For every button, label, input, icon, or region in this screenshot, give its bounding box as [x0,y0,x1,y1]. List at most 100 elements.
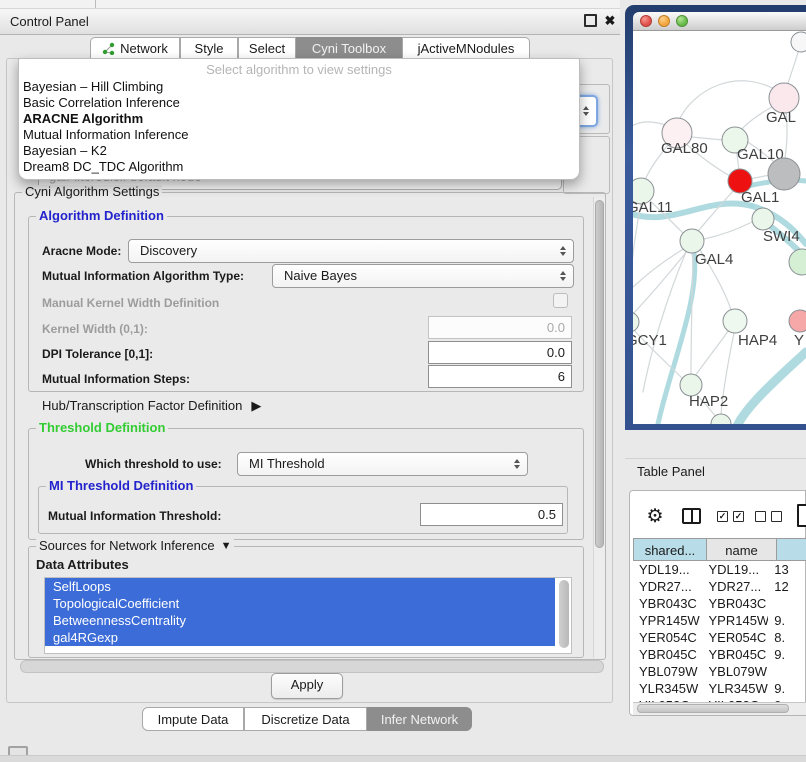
tab-select[interactable]: Select [238,37,296,58]
mi-type-value: Naive Bayes [284,268,357,283]
tab-impute-data[interactable]: Impute Data [142,707,244,731]
tab-network[interactable]: Network [90,37,180,58]
network-edge[interactable] [691,253,693,374]
which-threshold-select[interactable]: MI Threshold [237,452,528,476]
tab-jactivemnodules[interactable]: jActiveMNodules [402,37,530,58]
network-node[interactable] [723,309,747,333]
algorithm-option[interactable]: Mutual Information Inference [19,127,579,143]
tab-label: Network [120,41,168,56]
table-panel-title: Table Panel [637,464,705,479]
tab-infer-network[interactable]: Infer Network [367,707,472,731]
network-node[interactable] [633,312,639,332]
zoom-traffic-light-icon[interactable] [676,15,688,27]
attribute-item[interactable]: TopologicalCoefficient [45,595,555,612]
screen: Control Panel ✖ Network Style Select Cyn… [0,0,806,762]
table-body: YDL19...YDL19...13YDR27...YDR27...12YBR0… [633,561,806,703]
table-row[interactable]: YER054CYER054C8. [633,629,806,646]
select-all-icon[interactable]: ✓ ✓ [717,511,744,522]
tab-style[interactable]: Style [180,37,238,58]
algorithm-menu-prompt: Select algorithm to view settings [19,61,579,79]
algorithm-option[interactable]: Dream8 DC_TDC Algorithm [19,159,579,175]
network-node[interactable] [768,158,800,190]
table-panel-header: Table Panel [625,458,806,484]
table-row[interactable]: YBL079WYBL079W [633,663,806,680]
attribute-item[interactable]: BetweennessCentrality [45,612,555,629]
document-icon[interactable] [797,504,806,527]
mi-threshold-input[interactable]: 0.5 [420,503,563,526]
network-canvas[interactable]: GALGAL80GAL10GAL1GAL11SWI4GAL4GCY1HAP4YH… [633,31,806,424]
table-column-header[interactable]: name [707,538,777,561]
tab-label: Cyni Toolbox [312,41,386,56]
apply-button[interactable]: Apply [271,673,343,699]
table-cell: 9. [768,612,806,629]
stepper-icon [583,106,589,116]
attributes-scrollbar-thumb[interactable] [559,580,569,648]
network-node[interactable] [791,32,806,52]
table-row[interactable]: YDR27...YDR27...12 [633,578,806,595]
network-node[interactable] [752,208,774,230]
network-node-label: GAL1 [741,189,779,206]
table-cell: 12 [768,578,806,595]
algorithm-option[interactable]: ARACNE Algorithm [19,111,579,127]
table-row[interactable]: YLR345WYLR345W9. [633,680,806,697]
table-row[interactable]: YPR145WYPR145W9. [633,612,806,629]
sources-group-title[interactable]: Sources for Network Inference ▼ [36,539,234,553]
attribute-item[interactable]: gal4RGexp [45,629,555,646]
hub-definition-expander[interactable]: Hub/Transcription Factor Definition ▶ [42,398,261,414]
settings-scrollbar[interactable] [593,197,605,658]
close-icon[interactable]: ✖ [601,8,619,33]
deselect-all-icon[interactable] [755,511,782,522]
tab-cyni-toolbox[interactable]: Cyni Toolbox [296,37,402,58]
attribute-item[interactable]: SelfLoops [45,578,555,595]
threshold-definition-title: Threshold Definition [36,421,168,435]
network-node[interactable] [789,310,806,332]
table-column-header[interactable]: shared... [633,538,707,561]
data-attributes-list[interactable]: SelfLoopsTopologicalCoefficientBetweenne… [44,577,572,654]
network-edge[interactable] [737,352,806,424]
stepper-icon [560,246,566,256]
network-node[interactable] [789,249,806,275]
table-header: shared...name [633,538,806,561]
table-row[interactable]: YBR043CYBR043C [633,595,806,612]
table-cell: YBR045C [633,646,703,663]
table-column-header[interactable] [777,538,806,561]
expand-right-icon: ▶ [251,398,261,414]
algorithm-option[interactable]: Bayesian – Hill Climbing [19,79,579,95]
network-edge[interactable] [633,250,688,315]
aracne-mode-value: Discovery [140,243,197,258]
network-edge[interactable] [704,222,752,239]
table-cell: YPR145W [703,612,769,629]
table-cell: YER054C [703,629,769,646]
table-hscrollbar-thumb[interactable] [637,704,789,713]
settings-hscrollbar[interactable] [20,660,604,673]
table-cell: YBR043C [633,595,703,612]
columns-icon[interactable] [682,508,701,524]
network-node[interactable] [680,229,704,253]
mi-steps-input[interactable]: 6 [428,365,572,388]
gear-icon[interactable]: ⚙ [644,505,666,529]
network-edge[interactable] [633,204,641,312]
window-top-divider [95,0,96,8]
aracne-mode-select[interactable]: Discovery [128,239,574,263]
network-node-label: GAL11 [633,199,673,216]
dpi-tolerance-input[interactable]: 0.0 [428,341,572,364]
manual-kernel-label: Manual Kernel Width Definition [42,295,219,311]
close-traffic-light-icon[interactable] [640,15,652,27]
algorithm-option[interactable]: Basic Correlation Inference [19,95,579,111]
window-top-strip [0,0,620,8]
manual-kernel-checkbox[interactable] [553,293,568,308]
table-row[interactable]: YDL19...YDL19...13 [633,561,806,578]
network-node[interactable] [711,414,731,424]
table-cell: YDR27... [703,578,769,595]
kernel-width-input: 0.0 [428,316,572,339]
float-window-icon[interactable] [584,14,597,27]
table-row[interactable]: YBR045CYBR045C9. [633,646,806,663]
minimize-traffic-light-icon[interactable] [658,15,670,27]
settings-group-title: Cyni Algorithm Settings [22,185,162,199]
mi-type-select[interactable]: Naive Bayes [272,264,574,288]
network-edge[interactable] [695,330,729,376]
algorithm-option[interactable]: Bayesian – K2 [19,143,579,159]
settings-scrollbar-thumb[interactable] [595,200,604,548]
tab-discretize-data[interactable]: Discretize Data [244,707,367,731]
table-cell: YBL079W [633,663,703,680]
